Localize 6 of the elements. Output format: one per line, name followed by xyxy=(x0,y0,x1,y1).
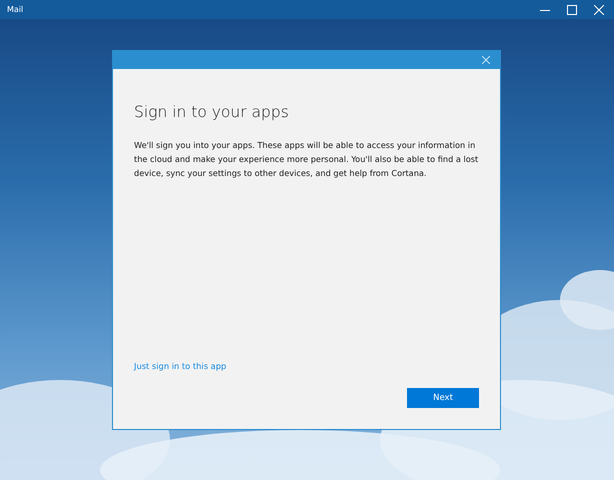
sign-in-link[interactable]: Just sign in to this app xyxy=(134,361,226,371)
next-button[interactable]: Next xyxy=(407,388,479,408)
window-title: Mail xyxy=(7,5,24,14)
dialog-title: Sign in to your apps xyxy=(134,103,290,121)
dialog-description: We'll sign you into your apps. These apps will be able to access your information in the cloud and make your experience more personal. You'll also be able to find a lost device, sync your settings to other devices, and get help from Cortana. xyxy=(134,139,479,180)
maximize-icon[interactable] xyxy=(567,4,577,14)
